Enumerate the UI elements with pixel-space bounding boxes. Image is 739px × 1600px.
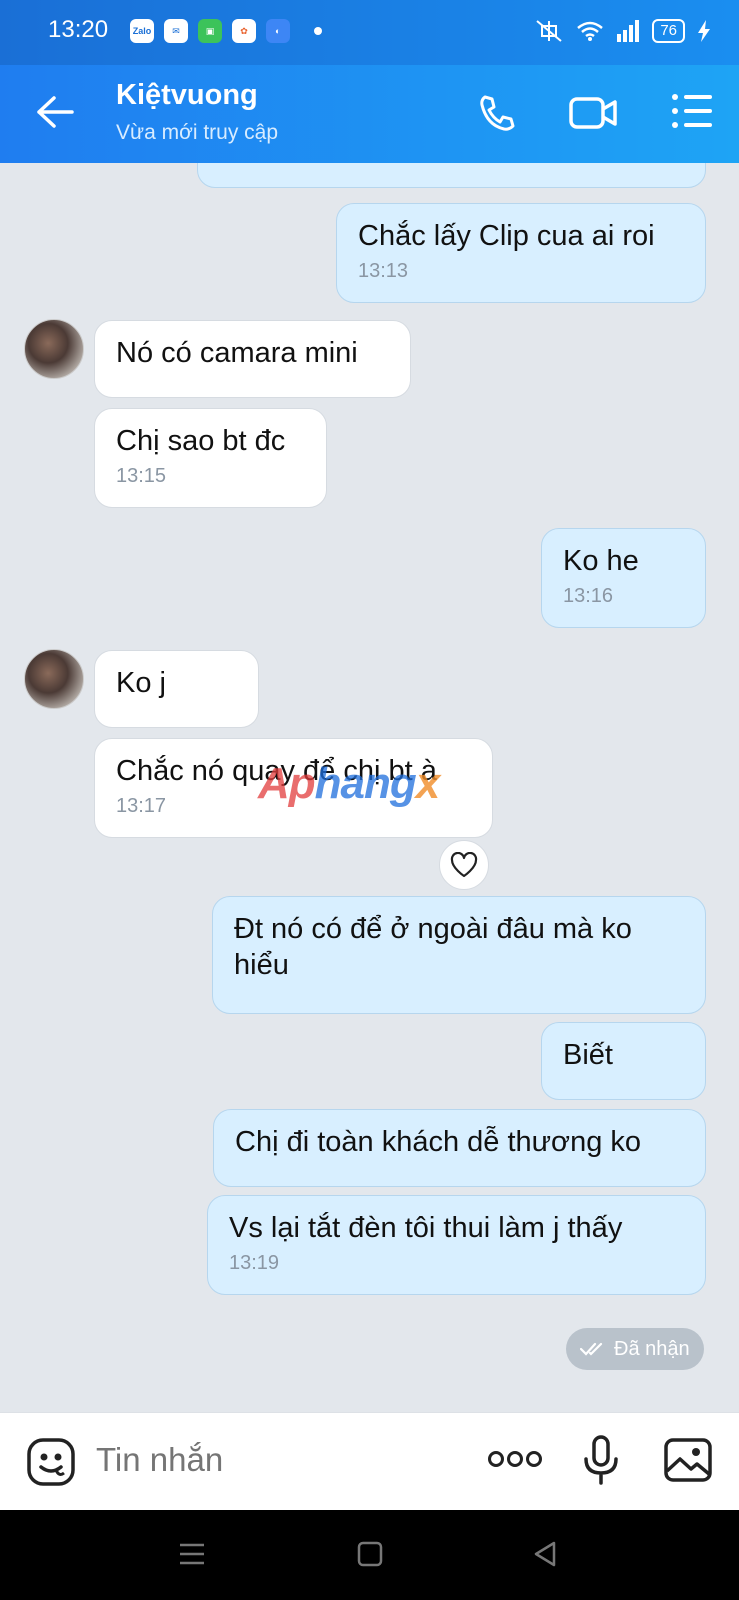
message-bubble[interactable]: Chắc lấy Clip cua ai roi 13:13 [336, 203, 706, 303]
messenger-icon: ✉ [164, 19, 188, 43]
message-bubble[interactable]: Chắc nó quay để chị bt à 13:17 [94, 738, 493, 838]
mute-icon [536, 20, 562, 42]
zalo-icon: Zalo [130, 19, 154, 43]
message-bubble[interactable]: Vs lại tắt đèn tôi thui làm j thấy 13:19 [207, 1195, 706, 1295]
back-icon[interactable] [532, 1540, 558, 1568]
message-bubble[interactable]: Chị sao bt đc 13:15 [94, 408, 327, 508]
contact-name[interactable]: Kiệtvuong [116, 79, 258, 112]
phone-call-icon[interactable] [477, 93, 517, 133]
contact-status: Vừa mới truy cập [116, 121, 279, 144]
message-text: Nó có camara mini [116, 337, 358, 369]
message-bubble[interactable]: Ko he 13:16 [541, 528, 706, 628]
signal-icon [617, 20, 640, 42]
system-navigation-bar [0, 1510, 739, 1600]
message-text: Ko he [563, 545, 639, 577]
back-arrow-icon[interactable] [36, 95, 74, 129]
photos-icon: ✿ [232, 19, 256, 43]
message-text: Chắc nó quay để chị bt à [116, 755, 437, 787]
message-text: Vs lại tắt đèn tôi thui làm j thấy [229, 1212, 623, 1244]
home-icon[interactable] [357, 1540, 383, 1568]
status-time: 13:20 [48, 16, 109, 43]
gallery-image-icon[interactable] [663, 1437, 713, 1483]
app-icon: ▣ [198, 19, 222, 43]
heart-icon [450, 852, 478, 878]
message-text: Ko j [116, 667, 166, 699]
menu-list-icon[interactable] [671, 93, 713, 129]
message-text: Biết [563, 1039, 613, 1071]
message-bubble-partial[interactable] [197, 163, 706, 188]
message-input[interactable] [94, 1440, 458, 1480]
status-bar: 13:20 Zalo ✉ ▣ ✿ ◐ 76 [0, 0, 739, 65]
sticker-emoji-icon[interactable] [26, 1437, 76, 1487]
message-text: Chắc lấy Clip cua ai roi [358, 220, 655, 252]
more-options-icon[interactable] [487, 1449, 543, 1469]
microphone-icon[interactable] [583, 1435, 619, 1487]
message-bubble[interactable]: Chị đi toàn khách dễ thương ko [213, 1109, 706, 1187]
double-check-icon [580, 1342, 603, 1356]
charging-icon [698, 20, 710, 42]
message-bubble[interactable]: Đt nó có để ở ngoài đâu mà ko hiểu [212, 896, 706, 1014]
chat-header: Kiệtvuong Vừa mới truy cập [0, 65, 739, 163]
message-text: Đt nó có để ở ngoài đâu mà ko hiểu [234, 913, 632, 981]
message-time: 13:13 [358, 260, 409, 282]
contact-avatar[interactable] [24, 649, 84, 709]
message-time: 13:17 [116, 795, 167, 817]
message-bubble[interactable]: Nó có camara mini [94, 320, 411, 398]
message-text: Chị đi toàn khách dễ thương ko [235, 1126, 642, 1158]
message-time: 13:16 [563, 585, 614, 607]
message-time: 13:19 [229, 1252, 280, 1274]
wifi-icon [577, 21, 604, 41]
system-icons: 76 [534, 18, 711, 44]
message-bubble[interactable]: Ko j [94, 650, 259, 728]
recent-apps-icon[interactable] [178, 1540, 206, 1568]
react-heart-button[interactable] [439, 840, 489, 890]
contact-avatar[interactable] [24, 319, 84, 379]
message-text: Chị sao bt đc [116, 425, 286, 457]
notification-icons: Zalo ✉ ▣ ✿ ◐ [130, 19, 322, 43]
video-call-icon[interactable] [569, 93, 619, 133]
delivery-status-badge: Đã nhận [566, 1328, 704, 1370]
message-time: 13:15 [116, 465, 167, 487]
message-list[interactable]: Chắc lấy Clip cua ai roi 13:13 Nó có cam… [0, 163, 739, 1412]
message-bubble[interactable]: Biết [541, 1022, 706, 1100]
battery-level: 76 [652, 19, 685, 43]
app-icon: ◐ [266, 19, 290, 43]
delivery-status-text: Đã nhận [614, 1337, 690, 1360]
more-notifications-icon [314, 27, 322, 35]
message-composer [0, 1412, 739, 1511]
